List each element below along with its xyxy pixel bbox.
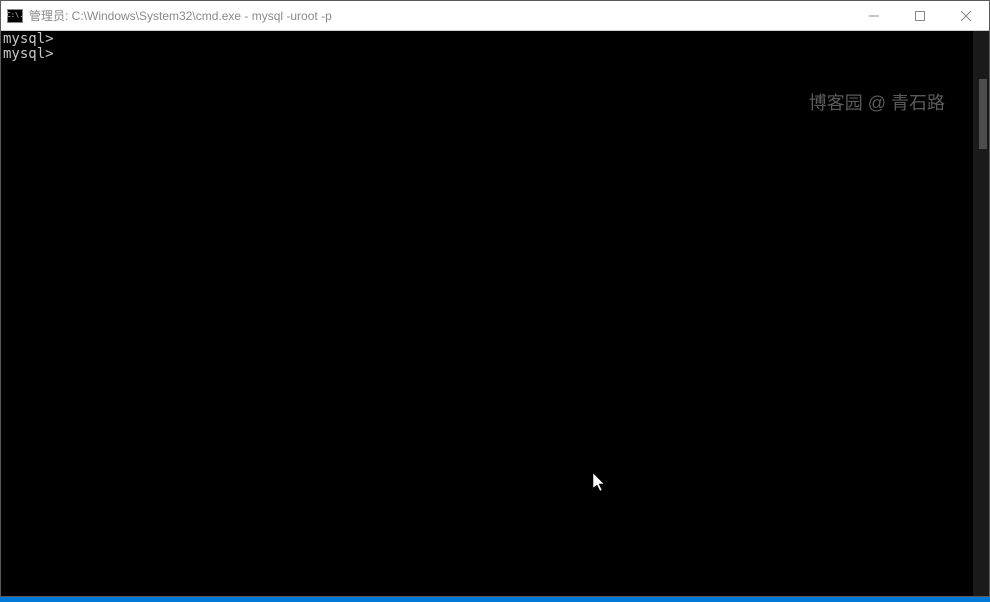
watermark: 博客园 @ 青石路	[809, 96, 945, 111]
close-icon	[961, 11, 971, 21]
taskbar-accent	[0, 597, 990, 602]
close-button[interactable]	[943, 1, 989, 30]
terminal-area[interactable]: mysql> mysql> 博客园 @ 青石路	[1, 31, 989, 596]
titlebar[interactable]: C:\. 管理员: C:\Windows\System32\cmd.exe - …	[1, 1, 989, 31]
minimize-icon	[869, 11, 879, 21]
terminal-content[interactable]: mysql> mysql> 博客园 @ 青石路	[1, 31, 973, 596]
mouse-cursor-icon	[593, 473, 607, 497]
app-icon-label: C:\.	[7, 12, 24, 19]
cmd-window: C:\. 管理员: C:\Windows\System32\cmd.exe - …	[0, 0, 990, 597]
maximize-button[interactable]	[897, 1, 943, 30]
vertical-scrollbar[interactable]	[973, 31, 989, 596]
terminal-line: mysql>	[3, 47, 971, 62]
maximize-icon	[915, 11, 925, 21]
minimize-button[interactable]	[851, 1, 897, 30]
window-controls	[851, 1, 989, 30]
app-icon: C:\.	[7, 9, 23, 23]
window-title: 管理员: C:\Windows\System32\cmd.exe - mysql…	[29, 7, 851, 24]
scrollbar-thumb[interactable]	[979, 79, 987, 149]
terminal-line: mysql>	[3, 32, 971, 47]
